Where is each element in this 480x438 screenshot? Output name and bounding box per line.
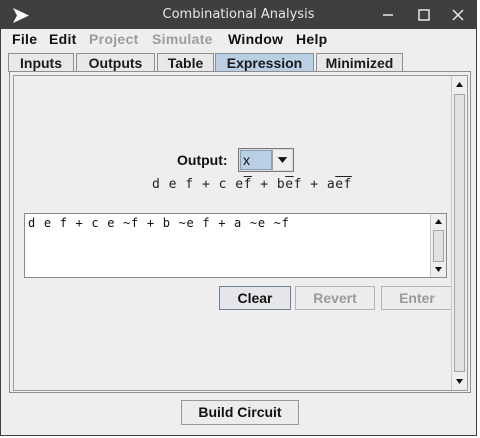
title-bar: Combinational Analysis: [1, 1, 476, 29]
formula-negated-var: e: [335, 177, 344, 192]
menu-bar: File Edit Project Simulate Window Help: [1, 29, 476, 51]
expression-scrollbar[interactable]: [430, 214, 446, 277]
build-circuit-button[interactable]: Build Circuit: [181, 400, 299, 425]
menu-project[interactable]: Project: [89, 31, 139, 47]
expression-text-area[interactable]: d e f + c e ~f + b ~e f + a ~e ~f: [24, 213, 447, 278]
tab-inputs[interactable]: Inputs: [8, 53, 74, 72]
menu-edit[interactable]: Edit: [49, 31, 77, 47]
tab-outputs[interactable]: Outputs: [76, 53, 155, 72]
output-select-value[interactable]: x: [240, 150, 272, 170]
chevron-down-icon[interactable]: [272, 150, 292, 170]
combinational-analysis-window: Combinational Analysis File Edit Project…: [0, 0, 477, 436]
scroll-down-icon[interactable]: [452, 374, 467, 389]
formula-negated-var: e: [285, 177, 294, 192]
tab-minimized[interactable]: Minimized: [316, 53, 403, 72]
expression-scroll-area: Output: x d e f + c ef + bef + aef d e f…: [13, 75, 468, 391]
menu-file[interactable]: File: [12, 31, 37, 47]
expression-scroll-thumb[interactable]: [433, 230, 444, 262]
scroll-down-icon[interactable]: [431, 262, 446, 277]
scroll-up-icon[interactable]: [452, 77, 467, 92]
formula-term: d e f: [152, 177, 194, 192]
formula-term: f: [293, 177, 302, 192]
minimize-icon[interactable]: [377, 5, 399, 25]
window-title: Combinational Analysis: [162, 7, 315, 22]
revert-button[interactable]: Revert: [295, 286, 375, 310]
menu-window[interactable]: Window: [228, 31, 283, 47]
formula-negated-var: f: [343, 177, 352, 192]
panel-scroll-thumb[interactable]: [454, 94, 465, 372]
output-label: Output:: [177, 152, 228, 168]
panel-scrollbar[interactable]: [451, 76, 467, 390]
menu-help[interactable]: Help: [296, 31, 328, 47]
enter-button[interactable]: Enter: [381, 286, 453, 310]
maximize-icon[interactable]: [413, 5, 435, 25]
menu-simulate[interactable]: Simulate: [152, 31, 213, 47]
formula-negated-var: f: [243, 177, 252, 192]
formula-term: c e: [218, 177, 244, 192]
rendered-formula: d e f + c ef + bef + aef: [152, 177, 352, 192]
output-select[interactable]: x: [238, 148, 294, 172]
formula-term: a: [326, 177, 336, 192]
clear-button[interactable]: Clear: [219, 286, 291, 310]
tab-expression[interactable]: Expression: [215, 53, 314, 73]
tab-table[interactable]: Table: [157, 53, 214, 72]
formula-term: b: [276, 177, 286, 192]
close-icon[interactable]: [447, 5, 469, 25]
expression-text[interactable]: d e f + c e ~f + b ~e f + a ~e ~f: [28, 216, 290, 230]
expression-panel: Output: x d e f + c ef + bef + aef d e f…: [9, 71, 471, 393]
scroll-up-icon[interactable]: [431, 214, 446, 229]
